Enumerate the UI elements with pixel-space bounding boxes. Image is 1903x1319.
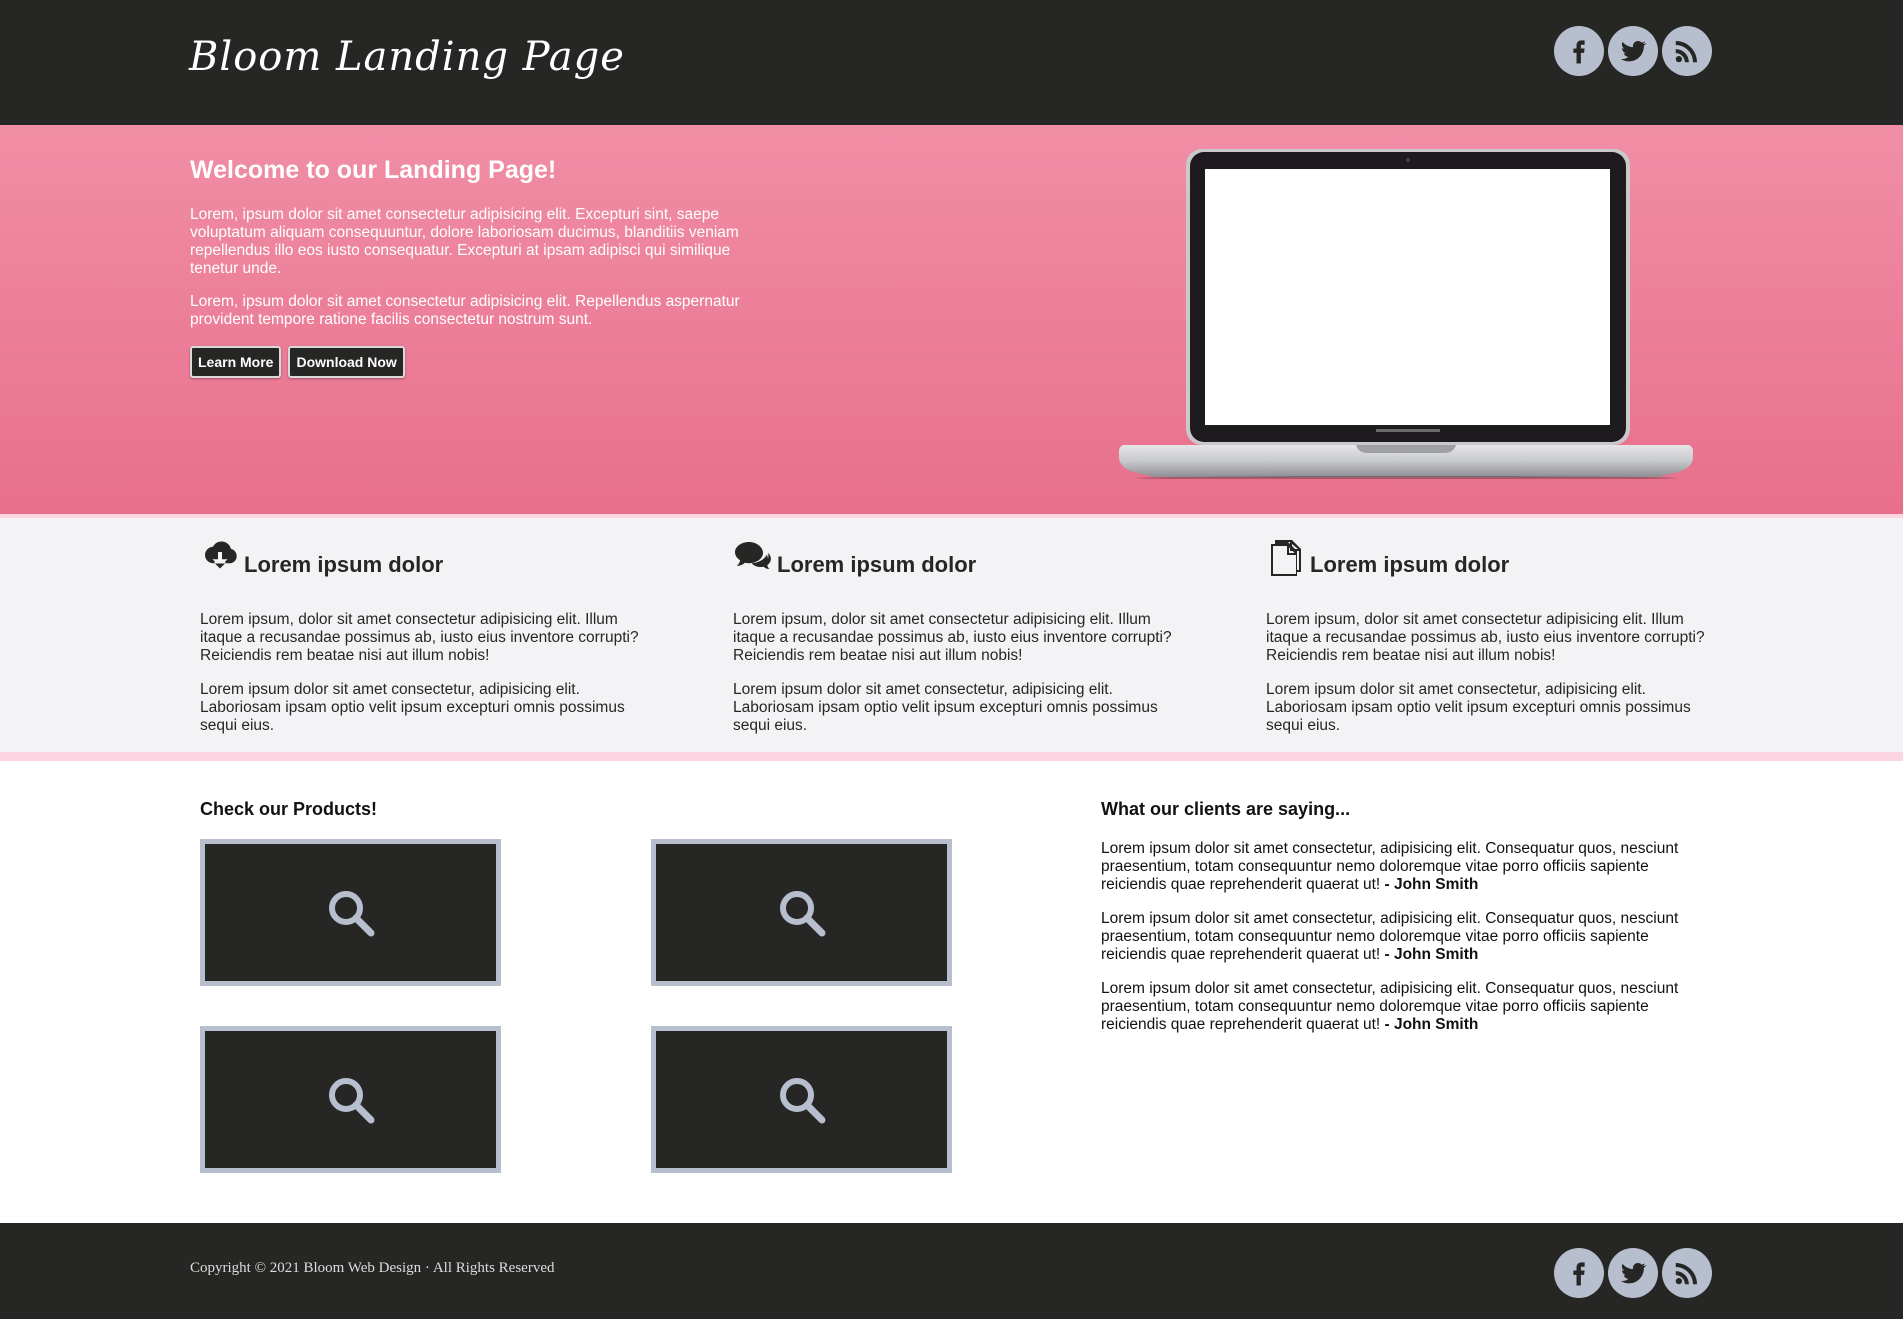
twitter-icon (1620, 1263, 1647, 1284)
rss-link[interactable] (1662, 26, 1712, 76)
hero-buttons: Learn More Download Now (190, 346, 405, 378)
site-logo[interactable]: Bloom Landing Page (189, 34, 625, 80)
search-icon (328, 890, 374, 936)
products-title: Check our Products! (200, 799, 378, 819)
feature-paragraph: Lorem ipsum dolor sit amet consectetur, … (733, 681, 1158, 734)
feature-title: Lorem ipsum dolor (244, 552, 444, 577)
learn-more-button[interactable]: Learn More (190, 346, 282, 378)
feature-card: Lorem ipsum dolor Lorem ipsum, dolor sit… (200, 532, 650, 735)
download-now-button[interactable]: Download Now (288, 346, 405, 378)
copyright-text: Copyright © 2021 Bloom Web Design · All … (190, 1260, 555, 1276)
product-card[interactable] (200, 1026, 501, 1173)
hero-paragraph: Lorem, ipsum dolor sit amet consectetur … (190, 206, 739, 277)
testimonial-author: - John Smith (1384, 1016, 1479, 1033)
facebook-link[interactable] (1554, 1248, 1604, 1298)
feature-paragraph: Lorem ipsum, dolor sit amet consectetur … (200, 611, 639, 664)
feature-card: Lorem ipsum dolor Lorem ipsum, dolor sit… (733, 532, 1183, 735)
product-card[interactable] (651, 1026, 952, 1173)
feature-paragraph: Lorem ipsum dolor sit amet consectetur, … (200, 681, 625, 734)
feature-paragraph: Lorem ipsum, dolor sit amet consectetur … (733, 611, 1172, 664)
facebook-link[interactable] (1554, 26, 1604, 76)
hero-title: Welcome to our Landing Page! (190, 156, 557, 184)
footer-social-links (1554, 1248, 1712, 1298)
site-header: Bloom Landing Page (0, 0, 1903, 125)
clients-title: What our clients are saying... (1101, 799, 1351, 819)
feature-title: Lorem ipsum dolor (777, 552, 977, 577)
facebook-icon (1573, 40, 1585, 64)
chat-bubbles-icon (735, 542, 771, 570)
cloud-download-icon (205, 541, 237, 569)
testimonial-author: - John Smith (1384, 876, 1479, 893)
feature-title: Lorem ipsum dolor (1310, 552, 1510, 577)
feature-card: Lorem ipsum dolor Lorem ipsum, dolor sit… (1266, 532, 1716, 735)
header-social-links (1554, 26, 1712, 76)
search-icon (779, 890, 825, 936)
search-icon (328, 1077, 374, 1123)
testimonial: Lorem ipsum dolor sit amet consectetur, … (1101, 840, 1711, 894)
feature-paragraph: Lorem ipsum dolor sit amet consectetur, … (1266, 681, 1691, 734)
hero-paragraph: Lorem, ipsum dolor sit amet consectetur … (190, 293, 740, 328)
features-section: Lorem ipsum dolor Lorem ipsum, dolor sit… (0, 514, 1903, 761)
testimonial: Lorem ipsum dolor sit amet consectetur, … (1101, 980, 1711, 1034)
testimonial-author: - John Smith (1384, 946, 1479, 963)
hero-section: Welcome to our Landing Page! Lorem, ipsu… (0, 125, 1903, 514)
testimonial: Lorem ipsum dolor sit amet consectetur, … (1101, 910, 1711, 964)
twitter-icon (1620, 41, 1647, 62)
feature-paragraph: Lorem ipsum, dolor sit amet consectetur … (1266, 611, 1705, 664)
product-card[interactable] (651, 839, 952, 986)
twitter-link[interactable] (1608, 1248, 1658, 1298)
facebook-icon (1573, 1262, 1585, 1286)
rss-link[interactable] (1662, 1248, 1712, 1298)
twitter-link[interactable] (1608, 26, 1658, 76)
search-icon (779, 1077, 825, 1123)
document-icon (1271, 540, 1301, 576)
rss-icon (1675, 1263, 1697, 1285)
laptop-image (1119, 149, 1693, 479)
product-card[interactable] (200, 839, 501, 986)
rss-icon (1675, 41, 1697, 63)
